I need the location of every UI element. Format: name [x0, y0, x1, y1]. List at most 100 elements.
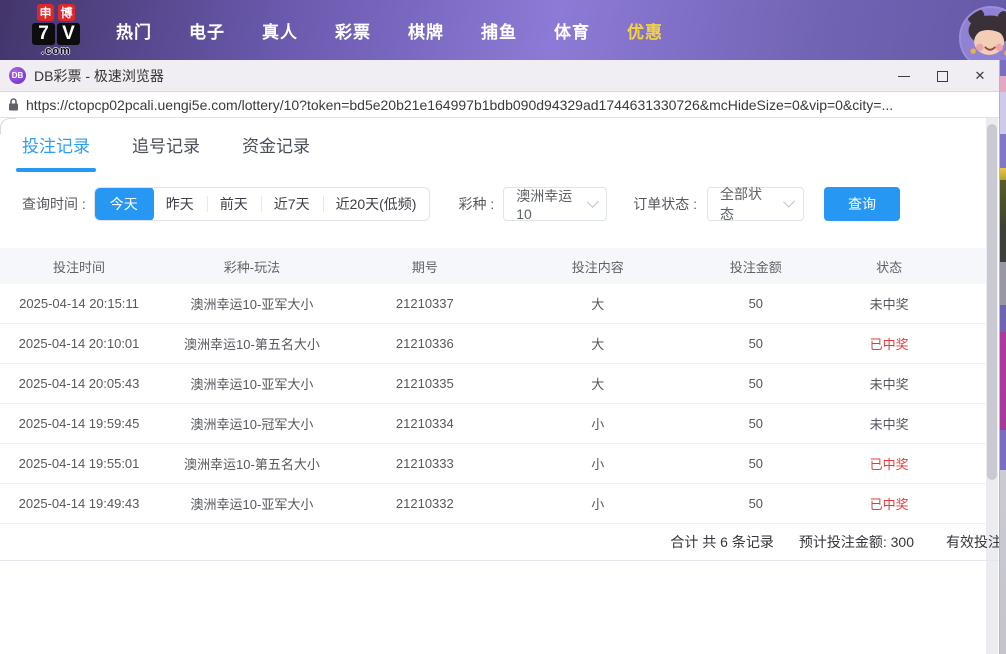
cell-content: 大: [504, 374, 692, 393]
site-top-nav: 申 博 7 V .com 热门 电子 真人 彩票 棋牌 捕鱼 体育 优惠: [0, 0, 1006, 60]
cell-time: 2025-04-14 19:59:45: [0, 416, 158, 431]
time-filter-group: 今天 昨天 前天 近7天 近20天(低频): [94, 187, 431, 221]
table-row: 2025-04-14 19:55:01 澳洲幸运10-第五名大小 2121033…: [0, 444, 988, 484]
cell-status: 未中奖: [820, 374, 958, 393]
tab-bet-records[interactable]: 投注记录: [22, 132, 90, 172]
browser-favicon-icon: DB: [9, 67, 26, 84]
cell-game: 澳洲幸运10-冠军大小: [158, 414, 346, 433]
maximize-button[interactable]: [923, 60, 961, 92]
nav-item-lottery[interactable]: 彩票: [335, 18, 371, 43]
table-row: 2025-04-14 20:15:11 澳洲幸运10-亚军大小 21210337…: [0, 284, 988, 324]
nav-item-hot[interactable]: 热门: [116, 18, 152, 43]
screen: 申 博 7 V .com 热门 电子 真人 彩票 棋牌 捕鱼 体育 优惠: [0, 0, 1006, 654]
cell-status: 已中奖: [820, 454, 958, 473]
nav-item-live[interactable]: 真人: [262, 18, 298, 43]
lottery-select-value: 澳洲幸运10: [516, 186, 574, 222]
maximize-icon: [937, 71, 948, 82]
cell-content: 大: [504, 334, 692, 353]
logo-v: V: [57, 23, 80, 45]
search-button[interactable]: 查询: [824, 187, 900, 221]
cell-content: 小: [504, 414, 692, 433]
filter-last-7-days[interactable]: 近7天: [261, 188, 323, 220]
cell-game: 澳洲幸运10-亚军大小: [158, 374, 346, 393]
chevron-down-icon: [783, 195, 795, 207]
cell-issue: 21210335: [346, 376, 504, 391]
site-logo[interactable]: 申 博 7 V .com: [26, 4, 86, 57]
lock-icon: [8, 98, 19, 111]
tab-fund-records[interactable]: 资金记录: [242, 132, 310, 172]
col-issue: 期号: [346, 257, 504, 276]
cell-time: 2025-04-14 20:10:01: [0, 336, 158, 351]
table-row: 2025-04-14 19:49:43 澳洲幸运10-亚军大小 21210332…: [0, 484, 988, 524]
nav-item-slots[interactable]: 电子: [189, 18, 225, 43]
url-text[interactable]: https://ctopcp02pcali.uengi5e.com/lotter…: [26, 97, 893, 113]
logo-7v: 7 V: [32, 23, 80, 45]
minimize-button[interactable]: [885, 60, 923, 92]
tab-chase-records[interactable]: 追号记录: [132, 132, 200, 172]
summary-valid-amount: 有效投注金额: [946, 532, 1000, 552]
cell-issue: 21210336: [346, 336, 504, 351]
filter-last-20-days[interactable]: 近20天(低频): [323, 188, 430, 220]
status-select-value: 全部状态: [720, 184, 771, 224]
cell-amount: 50: [692, 456, 820, 471]
cell-content: 小: [504, 454, 692, 473]
browser-titlebar[interactable]: DB DB彩票 - 极速浏览器 ✕: [0, 60, 999, 92]
filter-day-before[interactable]: 前天: [207, 188, 261, 220]
nav-item-promotions[interactable]: 优惠: [627, 18, 663, 43]
lottery-records-page: 投注记录 追号记录 资金记录 查询时间 : 今天 昨天 前天 近7天 近20天(…: [0, 118, 999, 653]
lottery-filter-label: 彩种 :: [458, 194, 494, 214]
col-bet-amount: 投注金额: [692, 257, 820, 276]
col-bet-content: 投注内容: [504, 257, 692, 276]
table-row: 2025-04-14 20:10:01 澳洲幸运10-第五名大小 2121033…: [0, 324, 988, 364]
col-status: 状态: [820, 257, 958, 276]
active-tab-underline: [16, 168, 96, 172]
browser-window: DB DB彩票 - 极速浏览器 ✕ https://ctopcp02pcali.…: [0, 60, 1000, 654]
order-status-select[interactable]: 全部状态: [707, 187, 804, 221]
filter-bar: 查询时间 : 今天 昨天 前天 近7天 近20天(低频) 彩种 : 澳洲幸运10…: [22, 187, 999, 221]
window-title: DB彩票 - 极速浏览器: [34, 66, 164, 86]
background-page-strip: [1000, 60, 1006, 654]
filter-today[interactable]: 今天: [94, 187, 154, 221]
cell-amount: 50: [692, 416, 820, 431]
cell-amount: 50: [692, 296, 820, 311]
cell-status: 已中奖: [820, 494, 958, 513]
scrollbar-thumb[interactable]: [987, 124, 997, 480]
cell-game: 澳洲幸运10-第五名大小: [158, 454, 346, 473]
table-row: 2025-04-14 20:05:43 澳洲幸运10-亚军大小 21210335…: [0, 364, 988, 404]
window-controls: ✕: [885, 60, 999, 92]
time-filter-label: 查询时间 :: [22, 194, 86, 214]
cell-content: 小: [504, 494, 692, 513]
cell-amount: 50: [692, 336, 820, 351]
scrollbar[interactable]: [986, 118, 998, 654]
table-summary: 合计 共 6 条记录 预计投注金额: 300 有效投注金额: [0, 524, 1000, 561]
logo-badge-bo: 博: [58, 4, 75, 21]
lottery-select[interactable]: 澳洲幸运10: [503, 187, 607, 221]
nav-item-boardgames[interactable]: 棋牌: [408, 18, 444, 43]
cell-issue: 21210334: [346, 416, 504, 431]
cell-game: 澳洲幸运10-亚军大小: [158, 494, 346, 513]
close-button[interactable]: ✕: [961, 60, 999, 92]
col-game-play: 彩种-玩法: [158, 257, 346, 276]
status-filter-label: 订单状态 :: [633, 194, 697, 214]
tab-label: 追号记录: [132, 137, 200, 156]
cell-issue: 21210332: [346, 496, 504, 511]
avatar-illustration: [961, 8, 1006, 68]
cell-status: 已中奖: [820, 334, 958, 353]
filter-yesterday[interactable]: 昨天: [153, 188, 207, 220]
minimize-icon: [898, 76, 910, 77]
cell-time: 2025-04-14 20:05:43: [0, 376, 158, 391]
logo-7: 7: [32, 23, 55, 45]
bet-records-table: 投注时间 彩种-玩法 期号 投注内容 投注金额 状态 2025-04-14 20…: [0, 248, 988, 561]
site-menu: 热门 电子 真人 彩票 棋牌 捕鱼 体育 优惠: [116, 18, 663, 43]
cell-amount: 50: [692, 496, 820, 511]
nav-item-sports[interactable]: 体育: [554, 18, 590, 43]
cell-time: 2025-04-14 19:49:43: [0, 496, 158, 511]
cell-issue: 21210337: [346, 296, 504, 311]
browser-urlbar[interactable]: https://ctopcp02pcali.uengi5e.com/lotter…: [0, 92, 999, 118]
cell-issue: 21210333: [346, 456, 504, 471]
nav-item-fishing[interactable]: 捕鱼: [481, 18, 517, 43]
col-bet-time: 投注时间: [0, 257, 158, 276]
cell-game: 澳洲幸运10-亚军大小: [158, 294, 346, 313]
logo-badges: 申 博: [37, 4, 75, 21]
cell-time: 2025-04-14 20:15:11: [0, 296, 158, 311]
